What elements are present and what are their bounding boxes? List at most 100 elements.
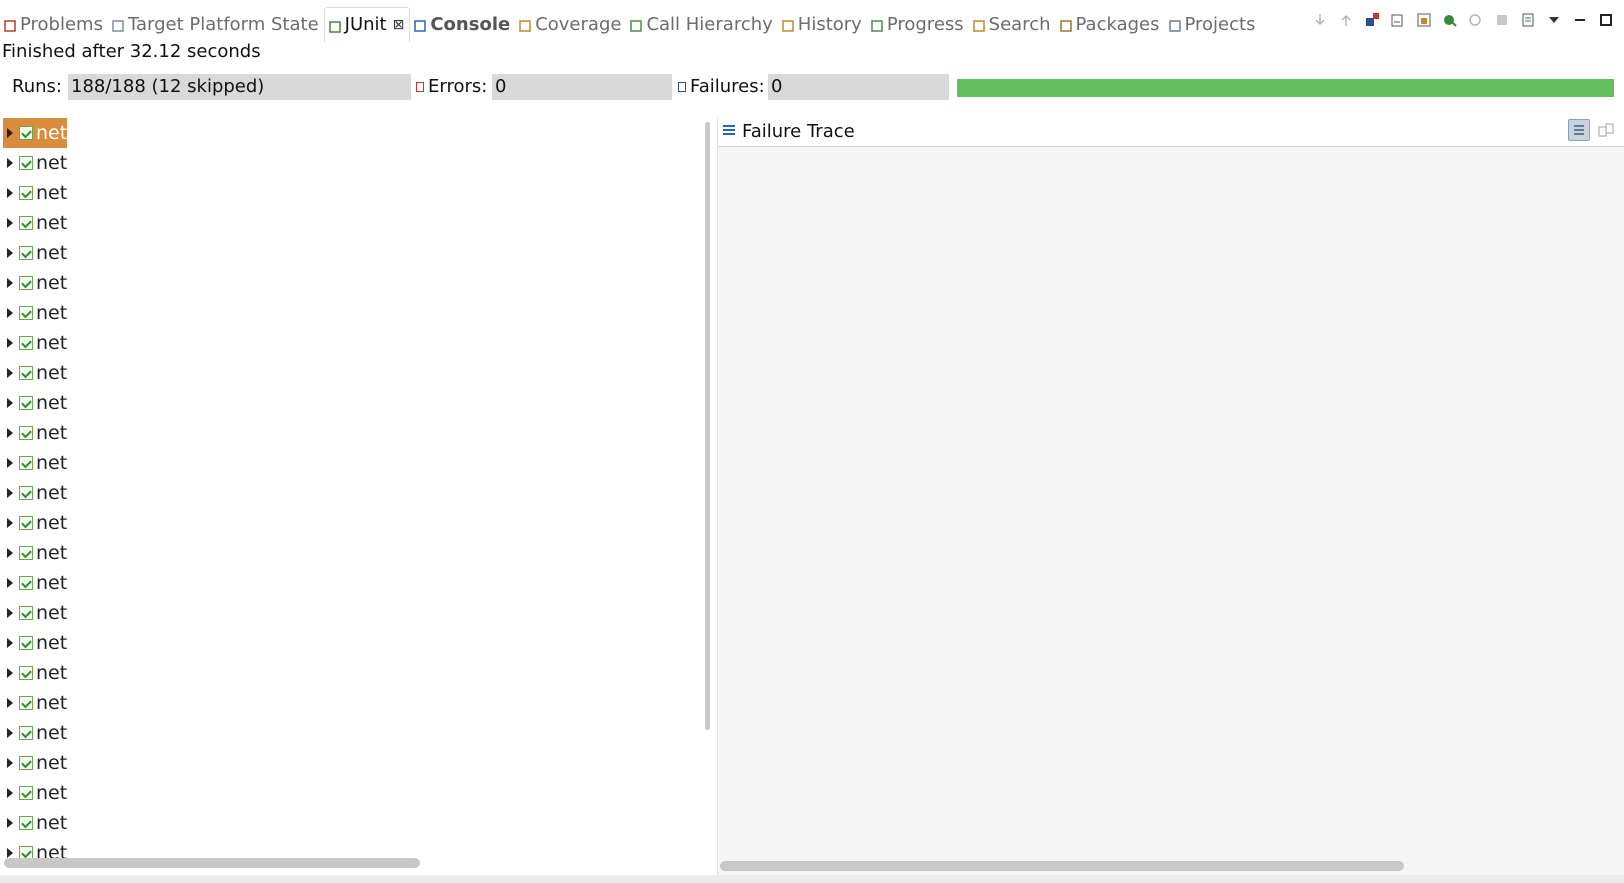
test-tree-row[interactable]: net (3, 118, 68, 148)
test-tree-row[interactable]: net (3, 268, 67, 298)
test-tree-row[interactable]: net (3, 418, 67, 448)
tab-progress[interactable]: Progress (867, 7, 969, 41)
tab-problems[interactable]: Problems (0, 7, 108, 41)
test-tree-row[interactable]: net (3, 478, 67, 508)
expand-arrow-icon[interactable] (7, 818, 13, 828)
test-tree-row[interactable]: net (3, 328, 67, 358)
test-tree-row[interactable]: net (3, 358, 67, 388)
test-tree-row[interactable]: net (3, 298, 67, 328)
test-tree-row[interactable]: net (3, 778, 67, 808)
test-suite-label: net (36, 272, 68, 294)
tab-target-platform-state[interactable]: Target Platform State (108, 7, 324, 41)
test-suite-label: net (36, 452, 68, 474)
expand-arrow-icon[interactable] (7, 188, 13, 198)
rerun-icon[interactable] (1442, 12, 1458, 28)
expand-arrow-icon[interactable] (7, 428, 13, 438)
expand-arrow-icon[interactable] (7, 338, 13, 348)
expand-arrow-icon[interactable] (7, 218, 13, 228)
test-tree-row[interactable]: net (3, 628, 67, 658)
maximize-icon[interactable] (1598, 12, 1614, 28)
test-suite-label: net (36, 752, 68, 774)
show-failures-only-icon[interactable] (1364, 12, 1380, 28)
expand-arrow-icon[interactable] (7, 848, 13, 858)
tree-vertical-scrollbar[interactable] (705, 122, 710, 730)
tab-console[interactable]: Console (410, 7, 515, 41)
expand-arrow-icon[interactable] (7, 728, 13, 738)
test-suite-icon (19, 246, 33, 260)
failure-trace-title: Failure Trace (742, 121, 855, 142)
expand-arrow-icon[interactable] (7, 578, 13, 588)
test-tree-row[interactable]: net (3, 388, 67, 418)
test-tree-row[interactable]: net (3, 208, 67, 238)
test-tree-row[interactable]: net (3, 718, 67, 748)
tab-junit[interactable]: JUnit ⊠ (323, 6, 411, 42)
scroll-lock-icon[interactable] (1416, 12, 1432, 28)
next-failure-icon[interactable] (1312, 12, 1328, 28)
test-suite-icon (19, 606, 33, 620)
test-suite-label: net (36, 362, 68, 384)
test-suite-icon (19, 306, 33, 320)
tab-call-hierarchy[interactable]: Call Hierarchy (626, 7, 777, 41)
test-tree-row[interactable]: net (3, 688, 67, 718)
test-run-history-icon[interactable] (1520, 12, 1536, 28)
test-tree-row[interactable]: net (3, 508, 67, 538)
tree-horizontal-scrollbar[interactable] (4, 858, 420, 868)
expand-arrow-icon[interactable] (7, 278, 13, 288)
test-tree-row[interactable]: net (3, 178, 67, 208)
test-tree-row[interactable]: net (3, 658, 67, 688)
test-tree-row[interactable]: net (3, 538, 67, 568)
tab-projects[interactable]: Projects (1165, 7, 1261, 41)
test-suite-icon (19, 186, 33, 200)
rerun-failed-first-icon[interactable] (1468, 12, 1484, 28)
errors-label: Errors: (428, 76, 488, 97)
test-suite-icon (19, 696, 33, 710)
expand-arrow-icon[interactable] (7, 458, 13, 468)
test-suite-label: net (36, 722, 68, 744)
expand-arrow-icon[interactable] (7, 608, 13, 618)
tab-coverage[interactable]: Coverage (515, 7, 626, 41)
close-tab-icon[interactable]: ⊠ (393, 17, 405, 33)
test-tree-row[interactable]: net (3, 748, 67, 778)
tab-label: Target Platform State (127, 13, 319, 35)
minimize-icon[interactable] (1572, 12, 1588, 28)
tab-packages[interactable]: Packages (1056, 7, 1165, 41)
tab-search[interactable]: Search (969, 7, 1056, 41)
expand-arrow-icon[interactable] (7, 758, 13, 768)
expand-arrow-icon[interactable] (7, 698, 13, 708)
trace-horizontal-scrollbar[interactable] (720, 861, 1404, 871)
bottom-border (0, 875, 1624, 883)
view-menu-icon[interactable] (1546, 12, 1562, 28)
call-hierarchy-icon (630, 17, 643, 32)
expand-arrow-icon[interactable] (7, 548, 13, 558)
expand-arrow-icon[interactable] (7, 248, 13, 258)
previous-failure-icon[interactable] (1338, 12, 1354, 28)
split-sash[interactable] (700, 118, 714, 873)
stop-icon[interactable] (1494, 12, 1510, 28)
compare-result-button[interactable] (1598, 122, 1614, 138)
expand-arrow-icon[interactable] (7, 488, 13, 498)
show-skipped-icon[interactable] (1390, 12, 1406, 28)
test-suite-label: net (36, 482, 68, 504)
expand-arrow-icon[interactable] (7, 308, 13, 318)
test-tree[interactable]: net net net net net net net net net net net net net n… (3, 118, 700, 860)
expand-arrow-icon[interactable] (7, 368, 13, 378)
expand-arrow-icon[interactable] (7, 398, 13, 408)
test-tree-row[interactable]: net (3, 238, 67, 268)
test-suite-label: net (36, 512, 68, 534)
expand-arrow-icon[interactable] (7, 668, 13, 678)
expand-arrow-icon[interactable] (7, 788, 13, 798)
filter-stack-trace-button[interactable] (1568, 119, 1590, 141)
test-tree-row[interactable]: net (3, 598, 67, 628)
test-tree-row[interactable]: net (3, 838, 67, 860)
tab-label: JUnit (344, 14, 387, 35)
failure-trace-pane: Failure Trace (717, 116, 1624, 876)
expand-arrow-icon[interactable] (7, 158, 13, 168)
test-tree-row[interactable]: net (3, 148, 67, 178)
test-tree-row[interactable]: net (3, 448, 67, 478)
expand-arrow-icon[interactable] (7, 518, 13, 528)
expand-arrow-icon[interactable] (7, 638, 13, 648)
tab-history[interactable]: History (778, 7, 867, 41)
test-tree-row[interactable]: net (3, 808, 67, 838)
test-tree-row[interactable]: net (3, 568, 67, 598)
expand-arrow-icon[interactable] (7, 128, 13, 138)
